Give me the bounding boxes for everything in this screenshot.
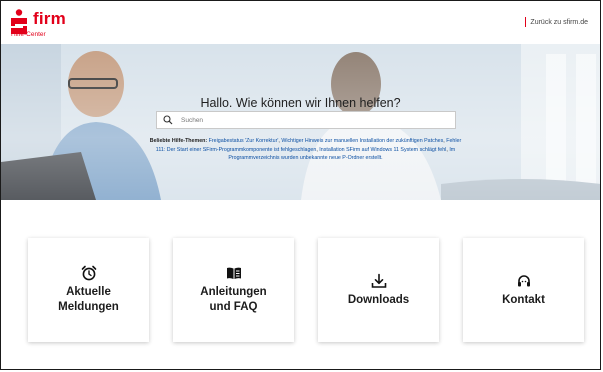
back-link-label: Zurück zu sfirm.de [530, 18, 588, 26]
quick-links-section: Aktuelle Meldungen Anleitungen und FAQ D… [1, 200, 600, 369]
card-aktuelle-meldungen[interactable]: Aktuelle Meldungen [28, 238, 149, 342]
topic-link-4[interactable]: Installation SFirm auf Windows 11 System… [319, 147, 446, 153]
back-to-sfirm-link[interactable]: Zurück zu sfirm.de [524, 17, 588, 27]
card-label: Aktuelle Meldungen [58, 286, 119, 313]
headset-icon [517, 274, 530, 286]
popular-topics: Beliebte Hilfe-Themen: Freigabestatus 'Z… [149, 138, 462, 162]
search-input[interactable] [179, 112, 453, 128]
brand-subtitle: Hilfe-Center [11, 31, 46, 38]
link-accent-bar [524, 17, 527, 27]
brand-name: firm [33, 9, 66, 28]
hero-title: Hallo. Wie können wir Ihnen helfen? [200, 96, 401, 110]
search-icon [163, 115, 173, 125]
popular-topics-label: Beliebte Hilfe-Themen: [149, 138, 208, 144]
topic-link-2[interactable]: Wichtiger Hinweis zur manuellen Installa… [281, 138, 443, 144]
card-label: Downloads [347, 293, 410, 306]
download-icon [371, 273, 386, 288]
site-header: firm Hilfe-Center Zurück zu sfirm.de [1, 1, 600, 45]
card-kontakt[interactable]: Kontakt [463, 238, 584, 342]
card-label: Kontakt [502, 293, 545, 306]
card-downloads[interactable]: Downloads [318, 238, 439, 342]
alarm-clock-icon [81, 265, 96, 281]
card-anleitungen-faq[interactable]: Anleitungen und FAQ [173, 238, 294, 342]
page-frame: firm Hilfe-Center Zurück zu sfirm.de Hal… [0, 0, 601, 370]
search-box[interactable] [156, 111, 456, 129]
open-book-icon [226, 267, 241, 279]
card-label: Anleitungen und FAQ [200, 286, 267, 313]
topic-link-1[interactable]: Freigabestatus 'Zur Korrektur' [209, 138, 279, 144]
hero-banner: Hallo. Wie können wir Ihnen helfen? Beli… [1, 44, 600, 200]
